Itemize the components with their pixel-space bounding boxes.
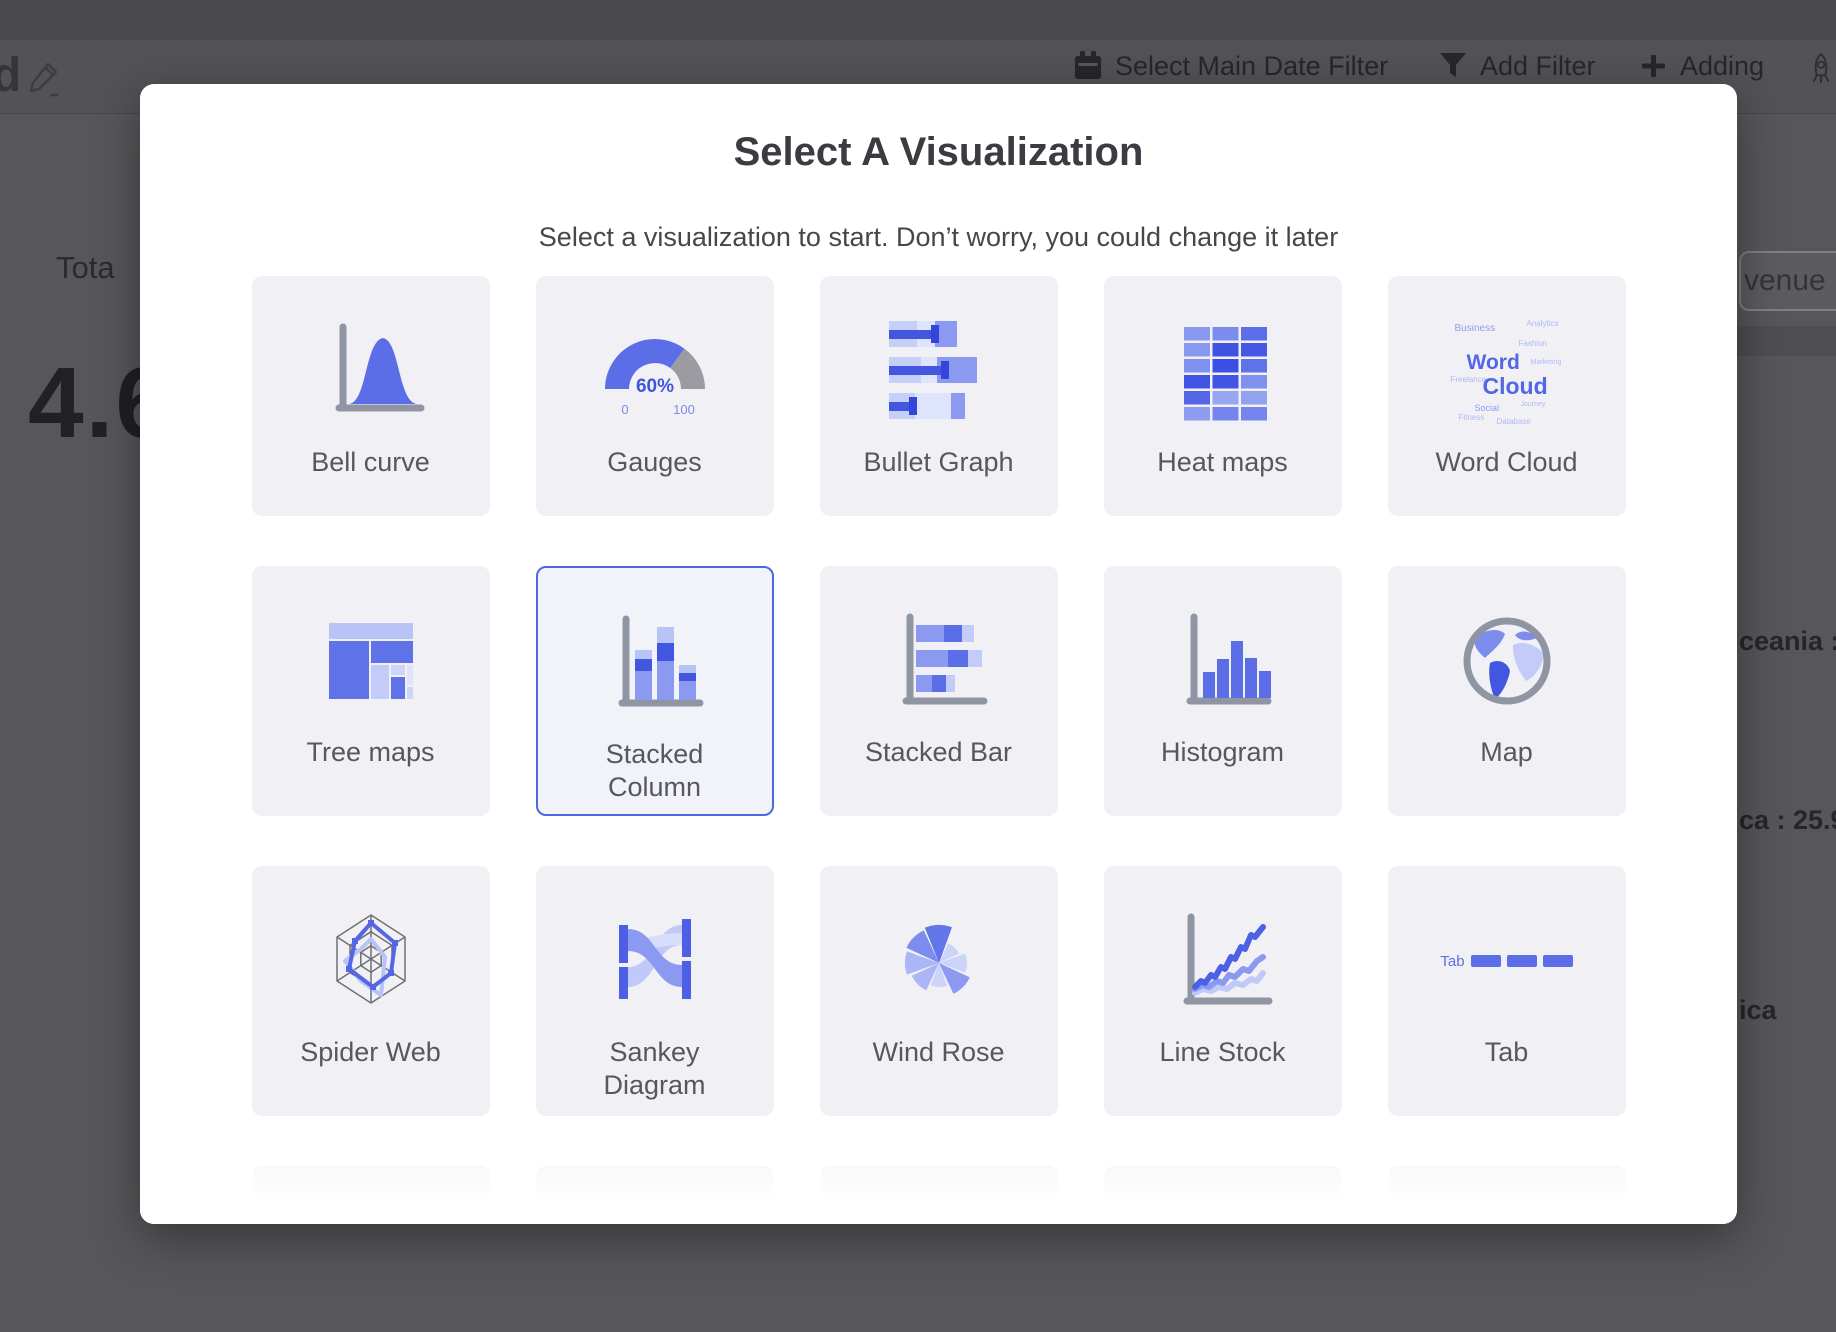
rocket-icon[interactable]	[1808, 52, 1834, 86]
word-cloud-word: Fashion	[1519, 339, 1547, 348]
select-visualization-modal: Select A Visualization Select a visualiz…	[140, 84, 1737, 1224]
tab-dash	[1507, 955, 1537, 967]
viz-card-label: Stacked Column	[570, 738, 740, 804]
modal-subtitle: Select a visualization to start. Don’t w…	[140, 221, 1737, 253]
tab-icon-label: Tab	[1440, 953, 1464, 970]
viz-card-label: Histogram	[1161, 736, 1284, 769]
viz-card-label: Tree maps	[306, 736, 434, 769]
legend-fragment-america: ca : 25.95	[1739, 805, 1836, 836]
revenue-button-label: venue	[1744, 264, 1826, 298]
viz-card-partial[interactable]	[536, 1166, 774, 1224]
select-main-date-filter-button[interactable]: Select Main Date Filter	[1073, 48, 1388, 84]
gauge-min-label: 0	[621, 402, 628, 417]
viz-card-label: Spider Web	[300, 1036, 441, 1069]
heat-map-icon	[1104, 312, 1342, 430]
viz-card-partial[interactable]	[820, 1166, 1058, 1224]
word-cloud-word: Marketing	[1531, 359, 1562, 366]
viz-card-line-stock[interactable]: Line Stock	[1104, 866, 1342, 1116]
tab-dash	[1471, 955, 1501, 967]
viz-card-gauges[interactable]: 60% 0 100 Gauges	[536, 276, 774, 516]
viz-card-label: Bell curve	[311, 446, 430, 479]
viz-card-partial[interactable]	[1104, 1166, 1342, 1224]
viz-card-label: Stacked Bar	[865, 736, 1012, 769]
viz-card-partial[interactable]	[1388, 1166, 1626, 1224]
viz-card-heat-maps[interactable]: Heat maps	[1104, 276, 1342, 516]
viz-card-map[interactable]: Map	[1388, 566, 1626, 816]
viz-card-partial[interactable]	[252, 1166, 490, 1224]
gauge-icon: 60% 0 100	[536, 312, 774, 430]
revenue-button-fragment[interactable]: venue	[1739, 251, 1836, 311]
sankey-icon	[536, 902, 774, 1020]
stacked-bar-icon	[820, 602, 1058, 720]
legend-fragment-africa: ica	[1739, 995, 1777, 1026]
viz-card-stacked-column[interactable]: Stacked Column	[536, 566, 774, 816]
viz-card-tree-maps[interactable]: Tree maps	[252, 566, 490, 816]
viz-card-word-cloud[interactable]: Business Analytics Fashion Word Marketin…	[1388, 276, 1626, 516]
viz-card-bell-curve[interactable]: Bell curve	[252, 276, 490, 516]
word-cloud-word: Social	[1475, 403, 1500, 413]
line-stock-icon	[1104, 902, 1342, 1020]
adding-label: Adding	[1680, 51, 1764, 82]
tab-dash	[1543, 955, 1573, 967]
map-globe-icon	[1388, 602, 1626, 720]
viz-card-label: Sankey Diagram	[570, 1036, 740, 1102]
word-cloud-icon: Business Analytics Fashion Word Marketin…	[1388, 312, 1626, 430]
viz-card-label: Bullet Graph	[863, 446, 1013, 479]
edit-pencil-icon[interactable]	[26, 60, 60, 98]
visualization-grid: Bell curve 60% 0 100 Gauges	[252, 276, 1626, 1224]
add-filter-label: Add Filter	[1480, 51, 1596, 82]
bell-curve-icon	[252, 312, 490, 430]
select-main-date-filter-label: Select Main Date Filter	[1115, 51, 1388, 82]
viz-card-bullet-graph[interactable]: Bullet Graph	[820, 276, 1058, 516]
word-cloud-word: Database	[1497, 417, 1531, 426]
viz-card-label: Tab	[1485, 1036, 1529, 1069]
stacked-column-icon	[538, 604, 772, 722]
histogram-icon	[1104, 602, 1342, 720]
add-filter-button[interactable]: Add Filter	[1438, 48, 1596, 84]
adding-button[interactable]: Adding	[1638, 48, 1764, 84]
viz-card-label: Wind Rose	[872, 1036, 1004, 1069]
viz-card-label: Map	[1480, 736, 1533, 769]
viz-card-label: Word Cloud	[1435, 446, 1577, 479]
viz-card-sankey-diagram[interactable]: Sankey Diagram	[536, 866, 774, 1116]
viz-card-spider-web[interactable]: Spider Web	[252, 866, 490, 1116]
gauge-value-label: 60%	[635, 376, 673, 397]
gauge-max-label: 100	[673, 402, 695, 417]
funnel-icon	[1438, 50, 1468, 82]
word-cloud-word: Cloud	[1483, 373, 1548, 400]
bullet-graph-icon	[820, 312, 1058, 430]
background-top-bar	[0, 0, 1836, 40]
calendar-icon	[1073, 50, 1103, 82]
viz-card-wind-rose[interactable]: Wind Rose	[820, 866, 1058, 1116]
viz-card-label: Line Stock	[1159, 1036, 1285, 1069]
word-cloud-word: Analytics	[1527, 319, 1559, 328]
spider-web-icon	[252, 902, 490, 1020]
wind-rose-icon	[820, 902, 1058, 1020]
legend-fragment-oceania: ceania : 8	[1739, 626, 1836, 657]
modal-title: Select A Visualization	[140, 130, 1737, 174]
dashboard-title-fragment: d	[0, 48, 21, 103]
viz-card-histogram[interactable]: Histogram	[1104, 566, 1342, 816]
tree-map-icon	[252, 602, 490, 720]
tab-icon: Tab	[1388, 902, 1626, 1020]
viz-card-label: Heat maps	[1157, 446, 1288, 479]
viz-card-label: Gauges	[607, 446, 702, 479]
kpi-title-fragment: Tota	[56, 250, 115, 286]
word-cloud-word: Freelance	[1451, 375, 1487, 384]
word-cloud-word: Fitness	[1459, 413, 1485, 422]
word-cloud-word: Business	[1455, 323, 1496, 334]
word-cloud-word: Journey	[1521, 401, 1546, 408]
plus-icon	[1638, 50, 1668, 82]
viz-card-stacked-bar[interactable]: Stacked Bar	[820, 566, 1058, 816]
viz-card-tab[interactable]: Tab Tab	[1388, 866, 1626, 1116]
word-cloud-word: Word	[1467, 351, 1520, 375]
